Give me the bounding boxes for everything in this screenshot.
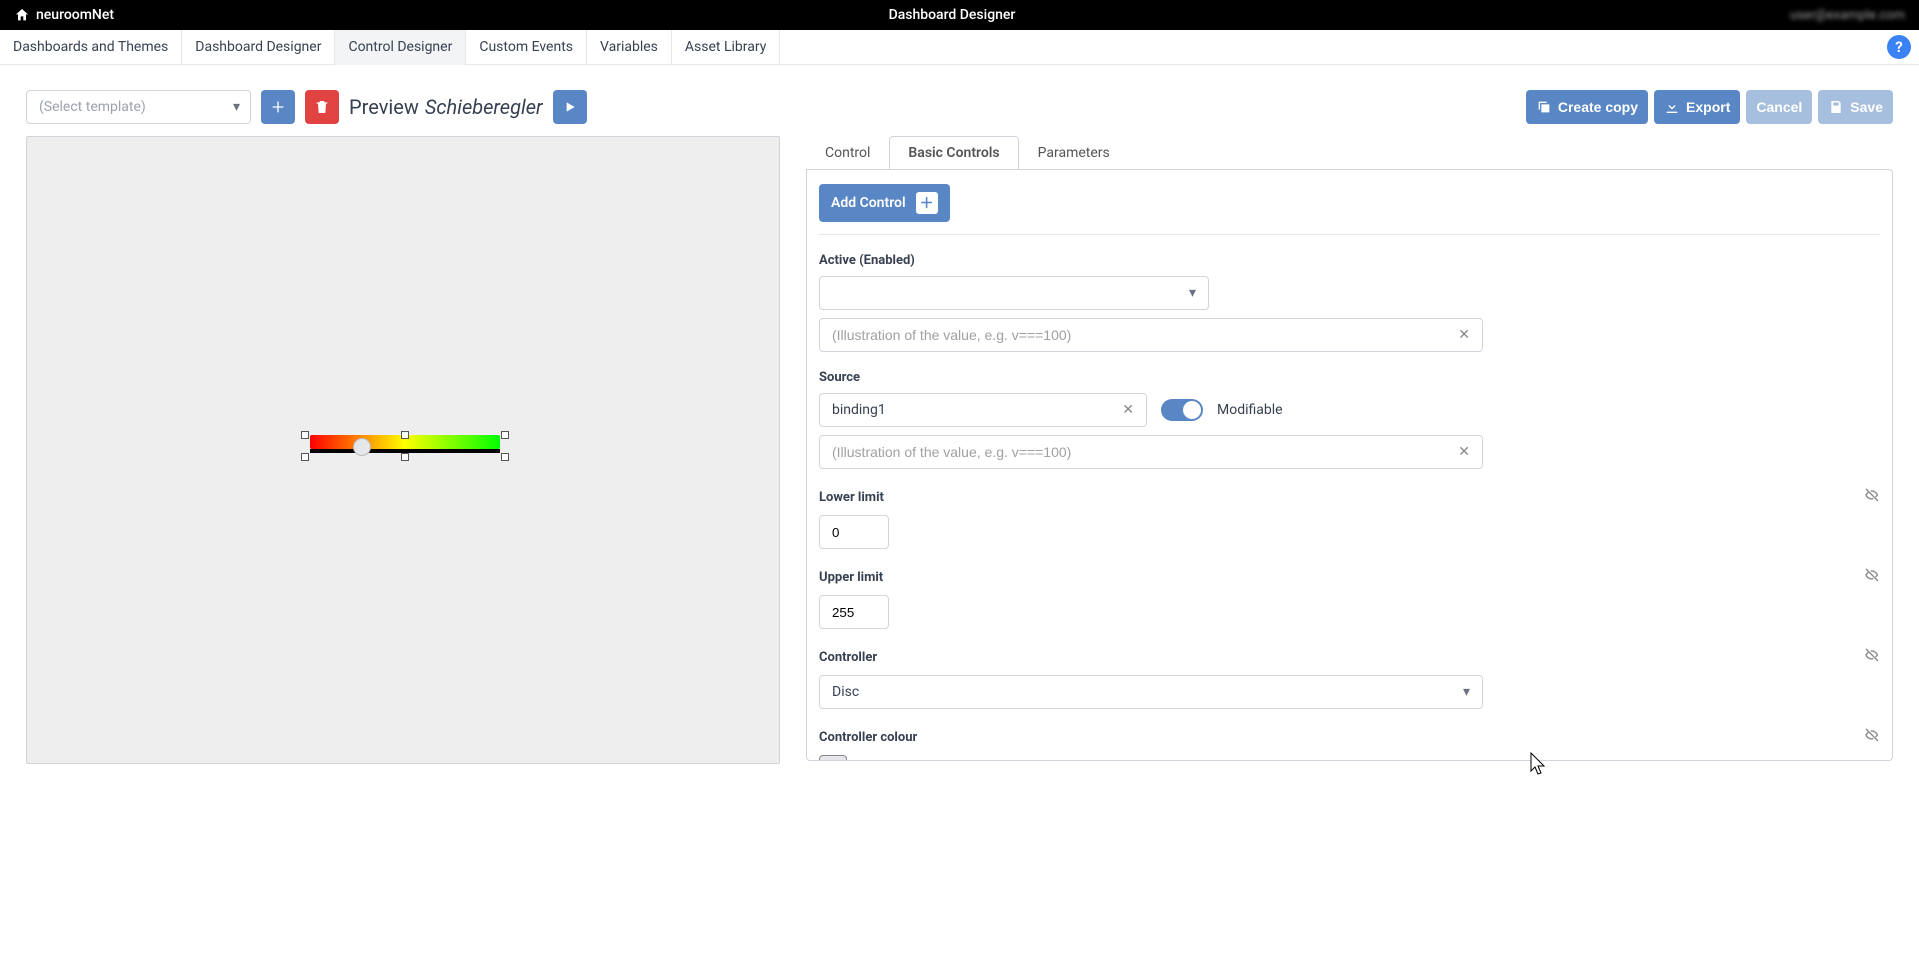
trash-icon[interactable]	[857, 760, 875, 761]
label-source: Source	[819, 370, 1880, 385]
topbar: neuroomNet Dashboard Designer user@examp…	[0, 0, 1919, 30]
save-icon	[1828, 99, 1844, 115]
tab-control-designer[interactable]: Control Designer	[335, 30, 466, 65]
tab-dashboard-designer[interactable]: Dashboard Designer	[182, 30, 335, 65]
copy-icon	[1536, 99, 1552, 115]
source-illustration-input[interactable]: ✕	[819, 435, 1483, 469]
panel-tab-basic[interactable]: Basic Controls	[889, 136, 1018, 170]
template-select-placeholder: (Select template)	[39, 99, 146, 115]
trash-icon	[314, 99, 330, 115]
properties-panel: Control Basic Controls Parameters Add Co…	[806, 136, 1893, 764]
resize-handle-ne[interactable]	[501, 431, 509, 439]
controller-colour-swatch[interactable]	[819, 755, 847, 761]
panel-tabs: Control Basic Controls Parameters	[806, 136, 1893, 170]
active-illustration-input[interactable]: ✕	[819, 318, 1483, 352]
home-icon	[14, 7, 30, 23]
slider-knob[interactable]	[353, 438, 371, 456]
add-control-button[interactable]: Add Control ＋	[819, 184, 950, 222]
resize-handle-se[interactable]	[501, 453, 509, 461]
tab-variables[interactable]: Variables	[587, 30, 672, 65]
page-title: Dashboard Designer	[114, 7, 1790, 23]
label-upper-text: Upper limit	[819, 570, 883, 585]
slider-widget[interactable]	[305, 435, 505, 465]
label-upper: Upper limit	[819, 567, 1880, 587]
divider	[819, 234, 1880, 235]
active-illustration-field[interactable]	[832, 327, 1470, 343]
panel-tab-params[interactable]: Parameters	[1019, 136, 1129, 170]
resize-handle-sw[interactable]	[301, 453, 309, 461]
play-button[interactable]	[553, 90, 587, 124]
lower-limit-input[interactable]	[819, 515, 889, 549]
source-input[interactable]: binding1 ✕	[819, 393, 1147, 427]
controller-value: Disc	[832, 684, 859, 700]
active-select[interactable]	[819, 276, 1209, 310]
save-button[interactable]: Save	[1818, 90, 1893, 124]
panel-body[interactable]: Add Control ＋ Active (Enabled) ✕ Source …	[806, 169, 1893, 761]
label-source-text: Source	[819, 370, 860, 385]
eye-off-icon[interactable]	[1864, 647, 1880, 667]
label-controller: Controller	[819, 647, 1880, 667]
template-select[interactable]: (Select template)	[26, 90, 251, 124]
label-controller-colour-text: Controller colour	[819, 730, 917, 745]
download-icon	[1664, 99, 1680, 115]
export-button[interactable]: Export	[1654, 90, 1740, 124]
clear-icon[interactable]: ✕	[1122, 402, 1134, 418]
eye-off-icon[interactable]	[1864, 727, 1880, 747]
label-lower: Lower limit	[819, 487, 1880, 507]
label-controller-text: Controller	[819, 650, 877, 665]
tab-dashboards-themes[interactable]: Dashboards and Themes	[0, 30, 182, 65]
upper-limit-input[interactable]	[819, 595, 889, 629]
eye-off-icon[interactable]	[1864, 487, 1880, 507]
brand-text: neuroomNet	[36, 7, 114, 23]
toolbar: (Select template) Preview Schieberegler …	[0, 65, 1919, 136]
resize-handle-s[interactable]	[401, 453, 409, 461]
cancel-button[interactable]: Cancel	[1746, 90, 1812, 124]
resize-handle-nw[interactable]	[301, 431, 309, 439]
panel-tab-control[interactable]: Control	[806, 136, 889, 170]
play-icon	[562, 99, 578, 115]
controller-select[interactable]: Disc	[819, 675, 1483, 709]
action-buttons: Create copy Export Cancel Save	[1526, 90, 1893, 124]
modifiable-toggle[interactable]	[1161, 399, 1203, 421]
label-active: Active (Enabled)	[819, 253, 1880, 268]
tab-asset-library[interactable]: Asset Library	[672, 30, 780, 65]
preview-name: Schieberegler	[425, 95, 543, 119]
main-area: Control Basic Controls Parameters Add Co…	[0, 136, 1919, 784]
save-label: Save	[1850, 99, 1883, 115]
eye-off-icon[interactable]	[1864, 567, 1880, 587]
preview-label: Preview Schieberegler	[349, 95, 543, 119]
source-value: binding1	[832, 402, 886, 418]
user-area[interactable]: user@example.com	[1790, 8, 1919, 23]
label-controller-colour: Controller colour	[819, 727, 1880, 747]
plus-icon	[270, 99, 286, 115]
label-active-text: Active (Enabled)	[819, 253, 915, 268]
resize-handle-n[interactable]	[401, 431, 409, 439]
brand-link[interactable]: neuroomNet	[0, 7, 114, 23]
export-label: Export	[1686, 99, 1730, 115]
add-control-label: Add Control	[831, 195, 906, 211]
source-illustration-field[interactable]	[832, 444, 1470, 460]
nav-tabs: Dashboards and Themes Dashboard Designer…	[0, 30, 1919, 65]
delete-button[interactable]	[305, 90, 339, 124]
modifiable-label: Modifiable	[1217, 402, 1283, 418]
help-icon[interactable]: ?	[1887, 35, 1911, 59]
add-button[interactable]	[261, 90, 295, 124]
plus-icon: ＋	[916, 192, 938, 214]
design-canvas[interactable]	[26, 136, 780, 764]
label-lower-text: Lower limit	[819, 490, 884, 505]
preview-prefix: Preview	[349, 95, 419, 119]
create-copy-button[interactable]: Create copy	[1526, 90, 1648, 124]
clear-icon[interactable]: ✕	[1458, 444, 1470, 460]
tab-custom-events[interactable]: Custom Events	[466, 30, 587, 65]
create-copy-label: Create copy	[1558, 99, 1638, 115]
clear-icon[interactable]: ✕	[1458, 327, 1470, 343]
